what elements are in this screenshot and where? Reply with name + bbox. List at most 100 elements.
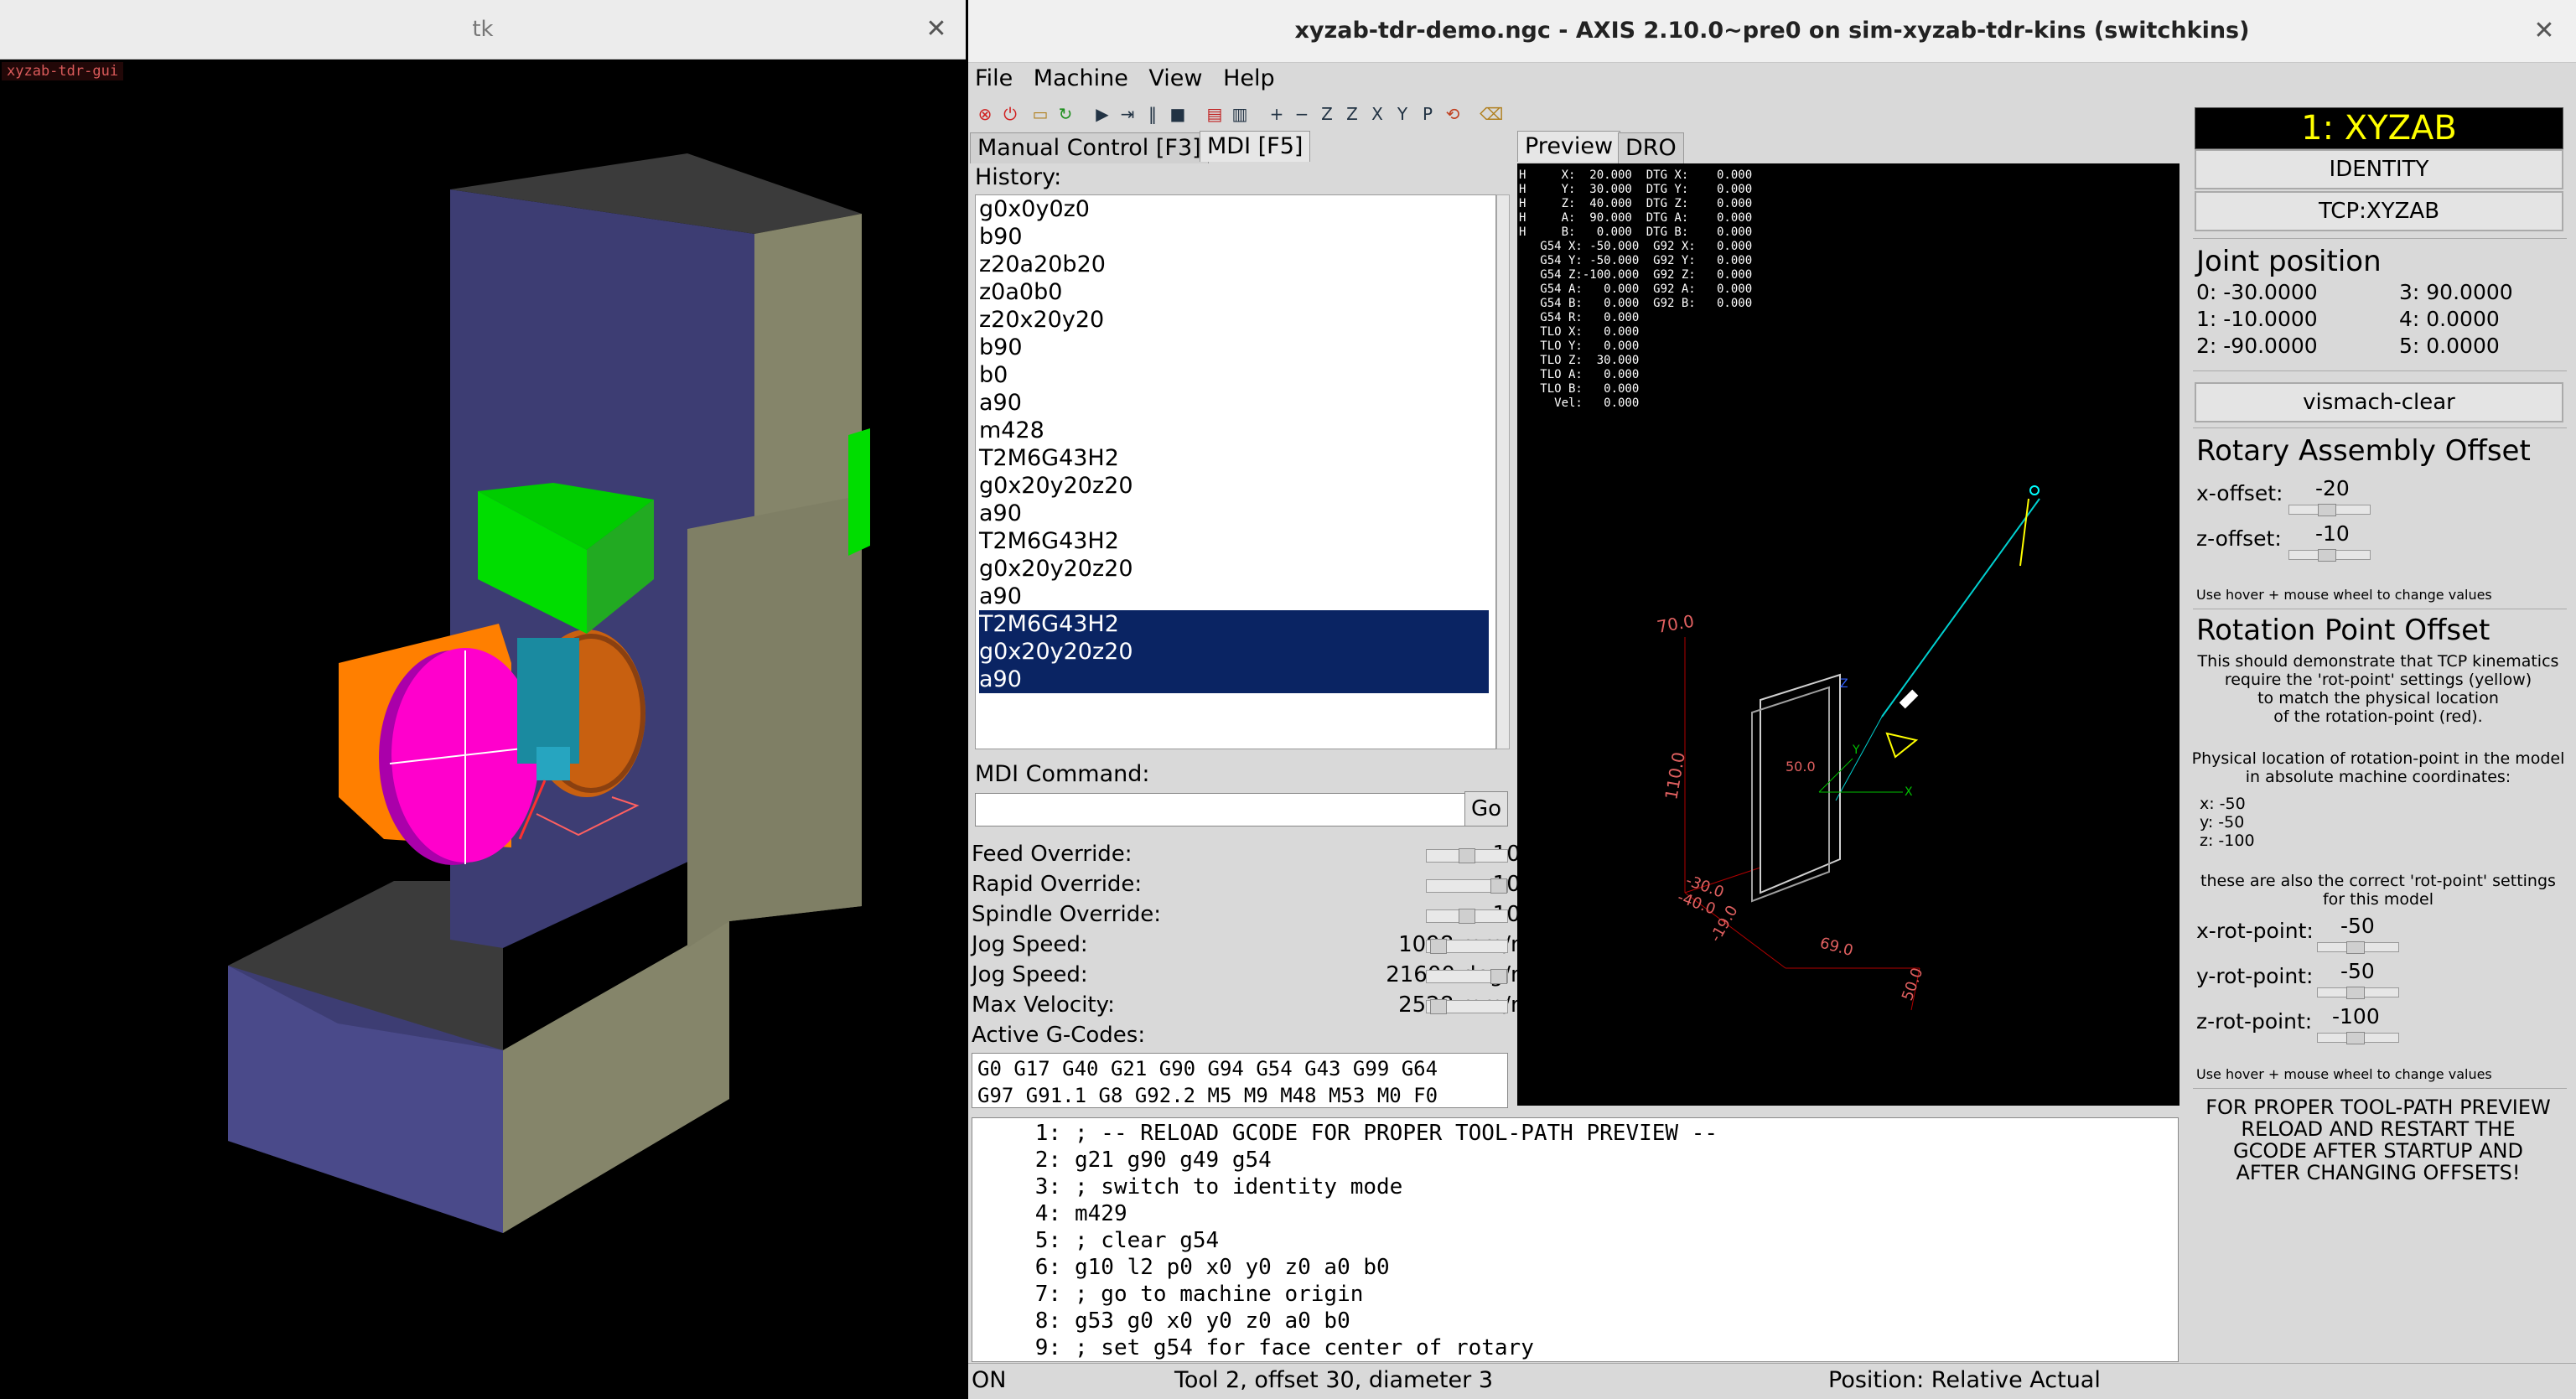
gcode-line: 6: g10 l2 p0 x0 y0 z0 a0 b0 [1034, 1255, 1390, 1280]
z-rot-point-slider[interactable] [2317, 1032, 2399, 1044]
history-item-selected[interactable]: g0x20y20z20 [979, 638, 1489, 666]
rotation-desc-line: of the rotation-point (red). [2273, 707, 2483, 726]
run-icon[interactable]: ▶ [1092, 104, 1112, 124]
gcode-line: 9:; set g54 for face center of rotary [1034, 1335, 1534, 1360]
history-item[interactable]: T2M6G43H2 [979, 527, 1489, 555]
rotation-desc-line: to match the physical location [2257, 689, 2499, 707]
history-item[interactable]: z20x20y20 [979, 306, 1489, 334]
gcode-line: 2: g21 g90 g49 g54 [1034, 1148, 1272, 1173]
history-item[interactable]: g0x20y20z20 [979, 555, 1489, 583]
clear-plot-icon[interactable]: ⌫ [1480, 104, 1503, 124]
view-y-icon[interactable]: Y [1392, 104, 1412, 124]
tk-window: tk ✕ xyzab-tdr-gui [0, 0, 966, 1398]
tab-preview[interactable]: Preview [1517, 131, 1621, 162]
rapid-override-slider[interactable] [1426, 878, 1508, 894]
vismach-clear-button[interactable]: vismach-clear [2195, 382, 2563, 422]
history-item-selected[interactable]: a90 [979, 666, 1489, 693]
view-p-icon[interactable]: P [1418, 104, 1438, 124]
max-velocity-slider[interactable] [1426, 999, 1508, 1014]
view-z-icon[interactable]: Z [1317, 104, 1337, 124]
history-item[interactable]: a90 [979, 389, 1489, 417]
pause-icon[interactable]: ‖ [1143, 104, 1163, 124]
mdi-go-button[interactable]: Go [1464, 791, 1508, 826]
history-item[interactable]: z20a20b20 [979, 251, 1489, 278]
x-rot-point-slider[interactable] [2317, 941, 2399, 954]
gcode-line: 1:; -- RELOAD GCODE FOR PROPER TOOL-PATH… [1034, 1121, 1718, 1146]
toolpath-cyan [1835, 716, 1883, 801]
history-item[interactable]: b0 [979, 361, 1489, 389]
identity-button[interactable]: IDENTITY [2195, 149, 2563, 189]
history-item[interactable]: a90 [979, 500, 1489, 527]
side-green-block [848, 428, 870, 556]
view-x-icon[interactable]: X [1367, 104, 1387, 124]
history-item[interactable]: T2M6G43H2 [979, 444, 1489, 472]
spindle-override-slider[interactable] [1426, 909, 1508, 924]
joint-0: 0: -30.0000 [2196, 280, 2318, 304]
menu-help[interactable]: Help [1223, 65, 1275, 91]
reload-msg-line: RELOAD AND RESTART THE [2241, 1117, 2516, 1141]
zoom-out-icon[interactable]: − [1292, 104, 1312, 124]
rotation-desc-line: This should demonstrate that TCP kinemat… [2197, 652, 2559, 671]
toolpath-cyan [1881, 498, 2040, 718]
y-rot-point-label: y-rot-point: [2196, 964, 2314, 988]
dimension-label: 50.0 [1899, 966, 1926, 1003]
estop-icon[interactable]: ⊗ [975, 104, 995, 124]
view-z2-icon[interactable]: Z [1342, 104, 1362, 124]
open-icon[interactable]: ▭ [1030, 104, 1050, 124]
history-item[interactable]: z0a0b0 [979, 278, 1489, 306]
history-item[interactable]: m428 [979, 417, 1489, 444]
menu-view[interactable]: View [1148, 65, 1202, 91]
tab-manual-control[interactable]: Manual Control [F3] [970, 132, 1209, 163]
preview-canvas[interactable]: H X: 20.000 DTG X: 0.000 H Y: 30.000 DTG… [1517, 163, 2179, 1106]
tool-shape [1899, 689, 1919, 709]
history-item[interactable]: a90 [979, 583, 1489, 610]
machine-state: ON [972, 1367, 1007, 1393]
mdi-command-input[interactable] [975, 793, 1466, 826]
angular-jog-speed-slider[interactable] [1426, 969, 1508, 984]
reload-icon[interactable]: ↻ [1055, 104, 1075, 124]
axis-close-icon[interactable]: ✕ [2515, 2, 2573, 60]
history-item[interactable]: b90 [979, 334, 1489, 361]
angular-jog-speed-label: Jog Speed: [972, 962, 1088, 987]
tab-dro[interactable]: DRO [1618, 132, 1684, 163]
active-gcodes-line: G97 G91.1 G8 G92.2 M5 M9 M48 M53 M0 F0 [977, 1084, 1438, 1107]
vismach-3d-view[interactable] [0, 60, 966, 1398]
optionalstop-icon[interactable]: ▥ [1230, 104, 1250, 124]
step-icon[interactable]: ⇥ [1117, 104, 1138, 124]
feed-override-slider[interactable] [1426, 848, 1508, 863]
tab-mdi[interactable]: MDI [F5] [1200, 131, 1311, 162]
history-item[interactable]: g0x20y20z20 [979, 472, 1489, 500]
menu-machine[interactable]: Machine [1034, 65, 1128, 91]
active-gcodes-label: Active G-Codes: [972, 1023, 1146, 1048]
y-rot-point-slider[interactable] [2317, 987, 2399, 999]
gcode-line: 5:; clear g54 [1034, 1228, 1220, 1253]
z-offset-slider[interactable] [2288, 549, 2371, 562]
history-item-selected[interactable]: T2M6G43H2 [979, 610, 1489, 638]
dimension-label: 70.0 [1656, 611, 1696, 637]
gcode-text-area[interactable]: 1:; -- RELOAD GCODE FOR PROPER TOOL-PATH… [972, 1117, 2179, 1362]
tcp-button[interactable]: TCP:XYZAB [2195, 191, 2563, 231]
tk-titlebar[interactable]: tk ✕ [0, 0, 966, 60]
phys-z: z: -100 [2200, 832, 2255, 850]
menubar: File Machine View Help [968, 65, 1282, 99]
jog-speed-value: 1098 mm/min [1287, 932, 1552, 957]
stop-icon[interactable]: ■ [1168, 104, 1188, 124]
rotate-icon[interactable]: ⟲ [1443, 104, 1463, 124]
history-item[interactable]: g0x0y0z0 [979, 195, 1489, 223]
y-axis-label: Y [1852, 744, 1860, 757]
blockdelete-icon[interactable]: ▤ [1205, 104, 1225, 124]
axis-titlebar[interactable]: xyzab-tdr-demo.ngc - AXIS 2.10.0~pre0 on… [968, 0, 2576, 63]
menu-file[interactable]: File [975, 65, 1013, 91]
history-list[interactable]: g0x0y0z0 b90 z20a20b20 z0a0b0 z20x20y20 … [975, 194, 1496, 749]
history-scrollbar[interactable] [1496, 194, 1510, 749]
zoom-in-icon[interactable]: + [1267, 104, 1287, 124]
power-icon[interactable]: ⏻ [1000, 104, 1020, 124]
x-offset-slider[interactable] [2288, 504, 2371, 516]
reload-msg-line: FOR PROPER TOOL-PATH PREVIEW [2205, 1096, 2551, 1119]
tk-close-icon[interactable]: ✕ [907, 0, 966, 59]
x-axis-label: X [1905, 785, 1913, 799]
jog-speed-slider[interactable] [1426, 939, 1508, 954]
spindle-nose [536, 747, 570, 780]
tool-status: Tool 2, offset 30, diameter 3 [1174, 1367, 1494, 1393]
history-item[interactable]: b90 [979, 223, 1489, 251]
